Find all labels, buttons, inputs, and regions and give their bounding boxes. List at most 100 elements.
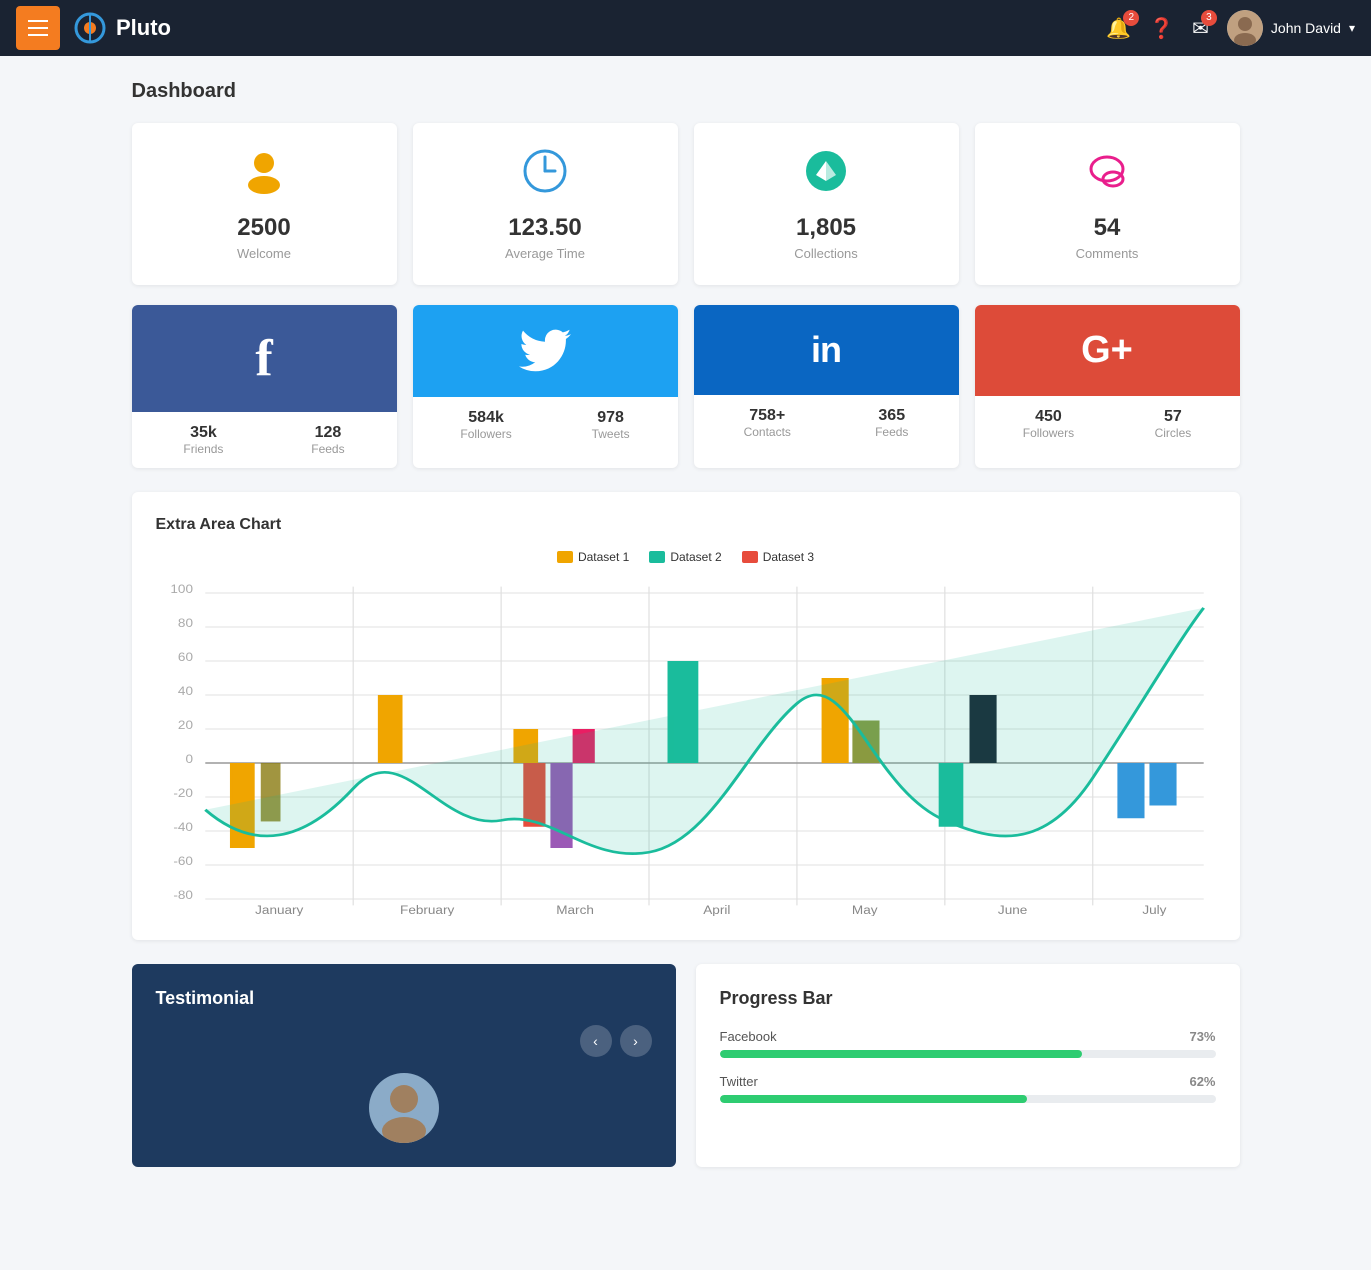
menu-icon-line3 — [28, 34, 48, 36]
progress-twitter-bar-fill — [720, 1095, 1028, 1103]
social-cards-grid: f 35k Friends 128 Feeds — [132, 305, 1240, 468]
twitter-icon — [519, 329, 571, 373]
linkedin-feeds-value: 365 — [875, 407, 908, 425]
stat-value-avgtime: 123.50 — [429, 214, 662, 242]
facebook-friends: 35k Friends — [183, 424, 223, 456]
svg-text:-80: -80 — [173, 889, 193, 902]
collections-icon — [710, 147, 943, 204]
twitter-stats: 584k Followers 978 Tweets — [413, 397, 678, 453]
notification-badge: 2 — [1123, 10, 1139, 26]
navbar: Pluto 🔔 2 ❓ ✉ 3 John David ▾ — [0, 0, 1371, 56]
googleplus-stats: 450 Followers 57 Circles — [975, 396, 1240, 452]
legend-box-dataset2 — [649, 551, 665, 563]
progress-facebook: Facebook 73% — [720, 1029, 1216, 1058]
brand: Pluto — [72, 10, 1106, 46]
svg-text:April: April — [703, 904, 730, 916]
svg-text:20: 20 — [177, 719, 192, 732]
testimonial-prev-button[interactable]: ‹ — [580, 1025, 612, 1057]
svg-text:May: May — [851, 904, 877, 916]
svg-text:80: 80 — [177, 617, 192, 630]
help-icon: ❓ — [1149, 18, 1174, 40]
linkedin-stats: 758+ Contacts 365 Feeds — [694, 395, 959, 451]
chart-section: Extra Area Chart Dataset 1 Dataset 2 Dat… — [132, 492, 1240, 940]
comments-icon — [991, 147, 1224, 204]
social-card-linkedin: in 758+ Contacts 365 Feeds — [694, 305, 959, 468]
googleplus-icon: G+ — [1081, 329, 1133, 372]
legend-label-dataset1: Dataset 1 — [578, 550, 629, 564]
svg-text:100: 100 — [170, 583, 193, 596]
chart-title: Extra Area Chart — [156, 516, 1216, 534]
stat-card-avgtime: 123.50 Average Time — [413, 123, 678, 285]
progress-facebook-pct: 73% — [1189, 1029, 1215, 1044]
linkedin-icon: in — [811, 329, 841, 371]
progress-twitter-pct: 62% — [1189, 1074, 1215, 1089]
svg-text:March: March — [556, 904, 594, 916]
googleplus-circles-label: Circles — [1155, 426, 1192, 440]
testimonial-card: Testimonial ‹ › — [132, 964, 676, 1167]
menu-button[interactable] — [16, 6, 60, 50]
main-content: Dashboard 2500 Welcome 123.50 — [116, 56, 1256, 1191]
googleplus-followers-label: Followers — [1023, 426, 1074, 440]
testimonial-title: Testimonial — [156, 988, 652, 1009]
legend-box-dataset3 — [742, 551, 758, 563]
twitter-followers-label: Followers — [460, 427, 511, 441]
testimonial-avatar-wrap — [156, 1073, 652, 1143]
brand-logo-icon — [72, 10, 108, 46]
bottom-section: Testimonial ‹ › Progress Bar — [132, 964, 1240, 1167]
facebook-stats: 35k Friends 128 Feeds — [132, 412, 397, 468]
facebook-feeds-label: Feeds — [311, 442, 344, 456]
svg-text:February: February — [400, 904, 455, 916]
linkedin-header: in — [694, 305, 959, 395]
stat-label-welcome: Welcome — [148, 246, 381, 261]
user-menu[interactable]: John David ▾ — [1227, 10, 1355, 46]
svg-text:January: January — [255, 904, 304, 916]
twitter-tweets-label: Tweets — [592, 427, 630, 441]
svg-text:0: 0 — [185, 753, 193, 766]
googleplus-followers: 450 Followers — [1023, 408, 1074, 440]
social-card-twitter: 584k Followers 978 Tweets — [413, 305, 678, 468]
menu-icon-line2 — [28, 27, 48, 29]
twitter-header — [413, 305, 678, 397]
svg-text:-20: -20 — [173, 787, 193, 800]
testimonial-next-button[interactable]: › — [620, 1025, 652, 1057]
stat-card-welcome: 2500 Welcome — [132, 123, 397, 285]
page-title: Dashboard — [132, 80, 1240, 103]
twitter-followers-value: 584k — [460, 409, 511, 427]
linkedin-contacts-value: 758+ — [744, 407, 791, 425]
progress-twitter-header: Twitter 62% — [720, 1074, 1216, 1089]
legend-box-dataset1 — [557, 551, 573, 563]
svg-text:-60: -60 — [173, 855, 193, 868]
testimonial-navigation: ‹ › — [156, 1025, 652, 1057]
messages-badge: 3 — [1201, 10, 1217, 26]
chart-svg: 100 80 60 40 20 0 -20 -40 -60 -80 — [156, 576, 1216, 916]
googleplus-circles: 57 Circles — [1155, 408, 1192, 440]
messages-button[interactable]: ✉ 3 — [1192, 16, 1209, 41]
svg-text:July: July — [1142, 904, 1167, 916]
legend-dataset2: Dataset 2 — [649, 550, 721, 564]
progress-twitter: Twitter 62% — [720, 1074, 1216, 1103]
facebook-friends-label: Friends — [183, 442, 223, 456]
stat-card-collections: 1,805 Collections — [694, 123, 959, 285]
legend-dataset3: Dataset 3 — [742, 550, 814, 564]
svg-text:-40: -40 — [173, 821, 193, 834]
notification-bell[interactable]: 🔔 2 — [1106, 16, 1131, 41]
linkedin-feeds-label: Feeds — [875, 425, 908, 439]
facebook-feeds-value: 128 — [311, 424, 344, 442]
menu-icon-line1 — [28, 20, 48, 22]
stat-value-welcome: 2500 — [148, 214, 381, 242]
user-name: John David — [1271, 20, 1341, 36]
progress-facebook-bar-bg — [720, 1050, 1216, 1058]
legend-label-dataset3: Dataset 3 — [763, 550, 814, 564]
legend-label-dataset2: Dataset 2 — [670, 550, 721, 564]
welcome-icon — [148, 147, 381, 204]
progress-facebook-header: Facebook 73% — [720, 1029, 1216, 1044]
svg-text:60: 60 — [177, 651, 192, 664]
help-button[interactable]: ❓ — [1149, 16, 1174, 41]
stat-card-comments: 54 Comments — [975, 123, 1240, 285]
stat-value-collections: 1,805 — [710, 214, 943, 242]
legend-dataset1: Dataset 1 — [557, 550, 629, 564]
facebook-feeds: 128 Feeds — [311, 424, 344, 456]
twitter-tweets: 978 Tweets — [592, 409, 630, 441]
brand-name: Pluto — [116, 15, 171, 41]
progress-twitter-label: Twitter — [720, 1074, 758, 1089]
